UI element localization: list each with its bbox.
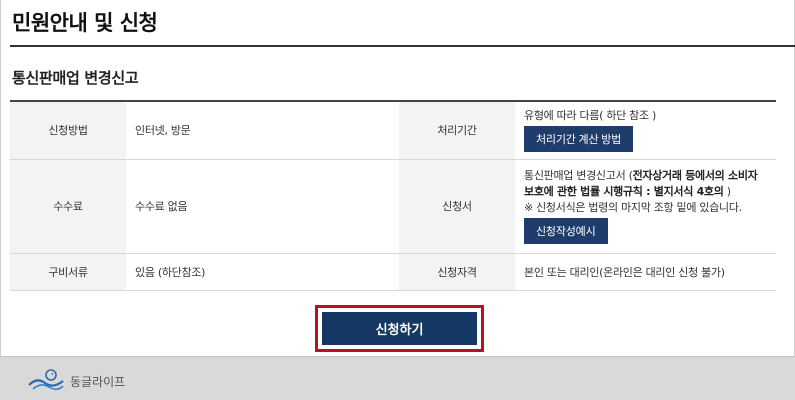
section-title: 통신판매업 변경신고 xyxy=(12,69,139,87)
method-value: 인터넷, 방문 xyxy=(126,101,399,160)
qual-label: 신청자격 xyxy=(399,253,515,291)
fee-label: 수수료 xyxy=(10,159,126,254)
docs-value: 있음 (하단참조) xyxy=(126,253,399,291)
method-label: 신청방법 xyxy=(10,101,126,160)
info-table: 신청방법 인터넷, 방문 처리기간 유형에 따라 다름( 하단 참조 ) 처리기… xyxy=(10,100,776,291)
form-value-bold-2[interactable]: 보호에 관한 법률 시행규칙 : 별지서식 4호의 xyxy=(524,185,724,198)
logo-text: 동글라이프 xyxy=(70,375,126,389)
table-row: 수수료 수수료 없음 신청서 통신판매업 변경신고서 (전자상거래 등에서의 소… xyxy=(10,159,776,254)
form-cell: 통신판매업 변경신고서 (전자상거래 등에서의 소비자 보호에 관한 법률 시행… xyxy=(515,159,776,254)
page-title: 민원안내 및 신청 xyxy=(12,11,158,35)
fee-value: 수수료 없음 xyxy=(126,159,399,254)
title-divider xyxy=(10,45,795,47)
form-value-bold-1[interactable]: 전자상거래 등에서의 소비자 xyxy=(633,169,758,182)
form-label: 신청서 xyxy=(399,159,515,254)
period-calc-button[interactable]: 처리기간 계산 방법 xyxy=(524,126,634,153)
table-row: 신청방법 인터넷, 방문 처리기간 유형에 따라 다름( 하단 참조 ) 처리기… xyxy=(10,101,776,160)
form-value-prefix: 통신판매업 변경신고서 ( xyxy=(524,169,633,182)
form-example-button[interactable]: 신청작성예시 xyxy=(524,218,608,244)
period-label: 처리기간 xyxy=(399,101,515,160)
qual-value: 본인 또는 대리인(온라인은 대리인 신청 불가) xyxy=(515,253,776,291)
table-row: 구비서류 있음 (하단참조) 신청자격 본인 또는 대리인(온라인은 대리인 신… xyxy=(10,253,776,291)
footer: 동글라이프 xyxy=(0,356,795,400)
bird-wave-logo-icon xyxy=(28,369,64,391)
form-note: ※ 신청서식은 법령의 마지막 조항 밑에 있습니다. xyxy=(524,201,742,214)
form-value-suffix: ) xyxy=(723,185,731,198)
form-value-line-2: 보호에 관한 법률 시행규칙 : 별지서식 4호의 ) xyxy=(524,184,776,200)
form-value-line-1: 통신판매업 변경신고서 (전자상거래 등에서의 소비자 xyxy=(524,168,776,184)
apply-button-highlight: 신청하기 xyxy=(315,305,484,352)
apply-button[interactable]: 신청하기 xyxy=(322,312,477,345)
period-cell: 유형에 따라 다름( 하단 참조 ) 처리기간 계산 방법 xyxy=(515,101,776,160)
period-value: 유형에 따라 다름( 하단 참조 ) xyxy=(524,109,656,123)
docs-label: 구비서류 xyxy=(10,253,126,291)
